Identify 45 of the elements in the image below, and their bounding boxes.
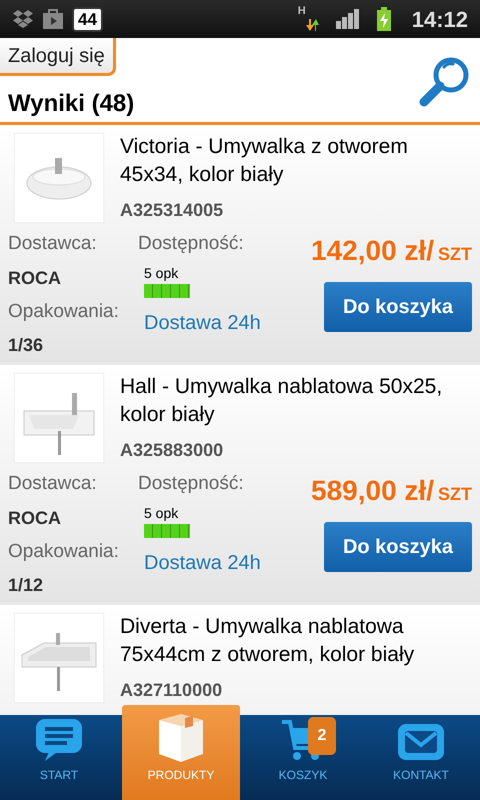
product-code: A325314005 — [120, 199, 224, 222]
product-name[interactable]: Hall - Umywalka nablatowa 50x25, kolor biały — [120, 373, 472, 429]
product-code: A325883000 — [120, 439, 224, 462]
availability-label: Dostępność: — [138, 472, 245, 496]
network-type: H — [298, 6, 306, 17]
supplier-label: Dostawca: — [8, 232, 98, 256]
notification-count: 44 — [72, 6, 103, 32]
product-card[interactable]: Victoria - Umywalka z otworem 45x34, kolor biały A325314005 Dostawca: ROCA Opakowania: 1/36 Dostępność: 5 opk Dostawa 24h 142,00 zł/SZT Do koszyka — [0, 125, 480, 362]
delivery-info: Dostawa 24h — [144, 550, 262, 576]
price: 589,00 zł/ — [311, 474, 434, 508]
shopping-bag-icon — [42, 8, 64, 30]
supplier-name: ROCA — [8, 506, 62, 530]
results-title: Wyniki (48) — [8, 89, 134, 119]
product-name[interactable]: Victoria - Umywalka z otworem 45x34, kolor biały — [120, 133, 472, 189]
nav-tab[interactable]: KOSZYK 2 — [244, 715, 362, 800]
envelope-icon — [396, 722, 446, 762]
price-unit: SZT — [438, 483, 472, 506]
supplier-label: Dostawca: — [8, 472, 98, 496]
price-unit: SZT — [438, 243, 472, 266]
supplier-name: ROCA — [8, 266, 62, 290]
dropbox-icon — [12, 9, 34, 29]
nav-tab[interactable]: START — [0, 715, 118, 800]
signal-icon — [336, 9, 360, 29]
cart-count-badge: 2 — [308, 717, 336, 755]
add-to-cart-button[interactable]: Do koszyka — [324, 522, 472, 572]
delivery-info: Dostawa 24h — [144, 310, 262, 336]
packaging-label: Opakowania: — [8, 540, 120, 564]
add-to-cart-button[interactable]: Do koszyka — [324, 282, 472, 332]
product-name[interactable]: Diverta - Umywalka nablatowa 75x44cm z otworem, kolor biały — [120, 613, 472, 669]
availability-label: Dostępność: — [138, 232, 245, 256]
stock-amount: 5 opk — [144, 504, 180, 523]
price: 142,00 zł/ — [311, 234, 434, 268]
product-card[interactable]: Hall - Umywalka nablatowa 50x25, kolor biały A325883000 Dostawca: ROCA Opakowania: 1/12 Dostępność: 5 opk Dostawa 24h 589,00 zł/SZT Do koszyka — [0, 365, 480, 602]
product-code: A327110000 — [120, 679, 224, 702]
packaging-label: Opakowania: — [8, 300, 120, 324]
nav-tab[interactable]: KONTAKT — [362, 715, 480, 800]
battery-icon — [376, 7, 392, 31]
packaging-value: 1/12 — [8, 574, 44, 597]
packaging-value: 1/36 — [8, 334, 44, 357]
clock: 14:12 — [412, 6, 468, 34]
data-arrows-icon — [306, 19, 320, 31]
product-card[interactable]: Diverta - Umywalka nablatowa 75x44cm z otworem, kolor biały A327110000 — [0, 605, 480, 715]
login-button[interactable]: Zaloguj się — [0, 38, 116, 76]
stock-amount: 5 opk — [144, 264, 180, 283]
chat-bubble-icon — [35, 718, 83, 762]
